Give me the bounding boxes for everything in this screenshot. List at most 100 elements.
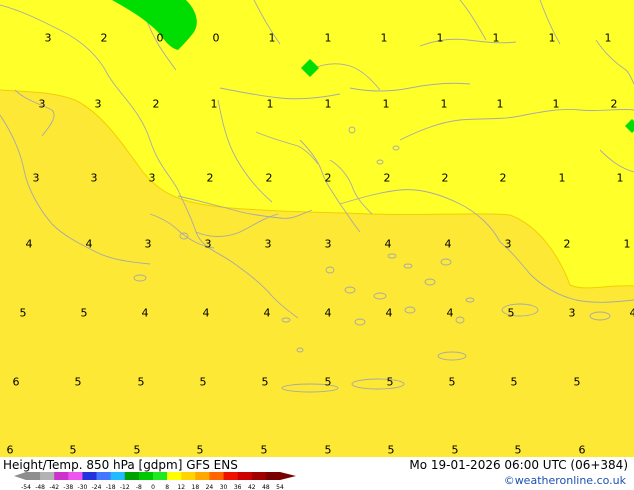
value-label: 3: [145, 238, 152, 251]
value-label: 5: [452, 444, 459, 457]
value-label: 1: [559, 172, 566, 185]
color-scale-tick-label: -48: [35, 484, 45, 490]
value-label: 6: [13, 376, 20, 389]
value-label: 5: [197, 444, 204, 457]
value-label: 5: [262, 376, 269, 389]
color-scale-block: [237, 472, 253, 480]
value-label: 4: [264, 307, 271, 320]
color-scale-block: [153, 472, 168, 480]
value-label: 1: [605, 32, 612, 45]
value-label: 4: [325, 307, 332, 320]
color-scale-bar: -54 -48 -42 -38 -30 -24 -18 -12 -8 0 8 12 18 24 30 36 42…: [14, 472, 296, 490]
value-label: 1: [497, 98, 504, 111]
map-title: Height/Temp. 850 hPa [gdpm] GFS ENS: [3, 458, 238, 472]
color-scale-tick-label: 18: [192, 484, 200, 490]
value-label: 4: [203, 307, 210, 320]
color-scale-tick-label: -54: [21, 484, 31, 490]
value-label: 3: [325, 238, 332, 251]
color-scale-block: [54, 472, 69, 480]
value-label: 5: [515, 444, 522, 457]
value-label: 1: [381, 32, 388, 45]
value-label: 5: [325, 376, 332, 389]
value-label: 2: [442, 172, 449, 185]
color-scale-tick-label: 42: [248, 484, 256, 490]
value-label: 5: [508, 307, 515, 320]
color-scale-tick-label: -18: [106, 484, 116, 490]
value-label: 2: [207, 172, 214, 185]
site-credit-link[interactable]: ©weatheronline.co.uk: [504, 474, 626, 487]
value-label: 1: [325, 98, 332, 111]
value-label: 1: [617, 172, 624, 185]
color-scale-ticks: -54 -48 -42 -38 -30 -24 -18 -12 -8 0 8 12 18 24 30 36 42…: [21, 484, 284, 490]
value-label: 1: [553, 98, 560, 111]
value-label: 5: [75, 376, 82, 389]
value-label: 4: [142, 307, 149, 320]
value-label: 5: [388, 444, 395, 457]
value-label: 2: [101, 32, 108, 45]
color-scale-block: [265, 472, 281, 480]
value-label: 2: [153, 98, 160, 111]
value-label: 6: [579, 444, 586, 457]
value-label: 2: [266, 172, 273, 185]
color-scale-block: [195, 472, 210, 480]
value-label: 0: [157, 32, 164, 45]
value-label: 5: [138, 376, 145, 389]
value-label: 4: [385, 238, 392, 251]
color-scale-block: [124, 472, 140, 480]
value-label: 4: [26, 238, 33, 251]
value-label: 5: [325, 444, 332, 457]
color-scale-tick-label: 54: [276, 484, 284, 490]
value-label: 5: [449, 376, 456, 389]
color-scale-block: [96, 472, 111, 480]
value-label: 4: [447, 307, 454, 320]
value-label: 6: [7, 444, 14, 457]
forecast-datetime: Mo 19-01-2026 06:00 UTC (06+384): [409, 458, 628, 472]
color-scale-tick-label: 36: [234, 484, 242, 490]
color-scale-block: [181, 472, 196, 480]
weather-map-page: 3200111111133211111112333222222114433334…: [0, 0, 634, 490]
color-scale-block: [40, 472, 55, 480]
value-label: 4: [386, 307, 393, 320]
value-label: 2: [611, 98, 618, 111]
color-scale-block: [26, 472, 41, 480]
value-label: 1: [267, 98, 274, 111]
value-label: 3: [265, 238, 272, 251]
color-scale-tick-label: 48: [262, 484, 270, 490]
value-label: 5: [511, 376, 518, 389]
color-scale-block: [251, 472, 267, 480]
color-scale-blocks: [14, 472, 296, 480]
color-scale-tick-label: 8: [165, 484, 169, 490]
color-scale-arrow-right: [280, 472, 296, 480]
value-label: 1: [269, 32, 276, 45]
color-scale-block: [82, 472, 97, 480]
value-label: 4: [630, 307, 634, 320]
value-label: 1: [441, 98, 448, 111]
color-scale-tick-label: 24: [206, 484, 214, 490]
value-label: 0: [213, 32, 220, 45]
color-scale-tick-label: -38: [63, 484, 73, 490]
value-label: 2: [500, 172, 507, 185]
value-label: 1: [437, 32, 444, 45]
value-label: 2: [564, 238, 571, 251]
color-scale-arrow-left: [14, 472, 26, 480]
color-scale-block: [138, 472, 154, 480]
value-label: 1: [624, 238, 631, 251]
color-scale-tick-label: 0: [151, 484, 155, 490]
value-label: 5: [261, 444, 268, 457]
value-label: 3: [95, 98, 102, 111]
value-label: 2: [325, 172, 332, 185]
value-label: 1: [493, 32, 500, 45]
value-label: 1: [383, 98, 390, 111]
value-label: 5: [20, 307, 27, 320]
value-label: 5: [134, 444, 141, 457]
value-label: 5: [70, 444, 77, 457]
color-scale-block: [110, 472, 126, 480]
value-label: 4: [86, 238, 93, 251]
value-label: 1: [211, 98, 218, 111]
value-label: 3: [205, 238, 212, 251]
map-panel: 3 2 0 0 1 1 1 1 1 1 1 3 3 2 1 1 1 1 1 1 1 2 3 3 3 2 2 2 2 2 2 1 1 4 4 3 3 3 3 4…: [0, 0, 634, 457]
value-label: 3: [91, 172, 98, 185]
color-scale-tick-label: -8: [136, 484, 142, 490]
color-scale-tick-label: -30: [78, 484, 88, 490]
value-label: 5: [200, 376, 207, 389]
